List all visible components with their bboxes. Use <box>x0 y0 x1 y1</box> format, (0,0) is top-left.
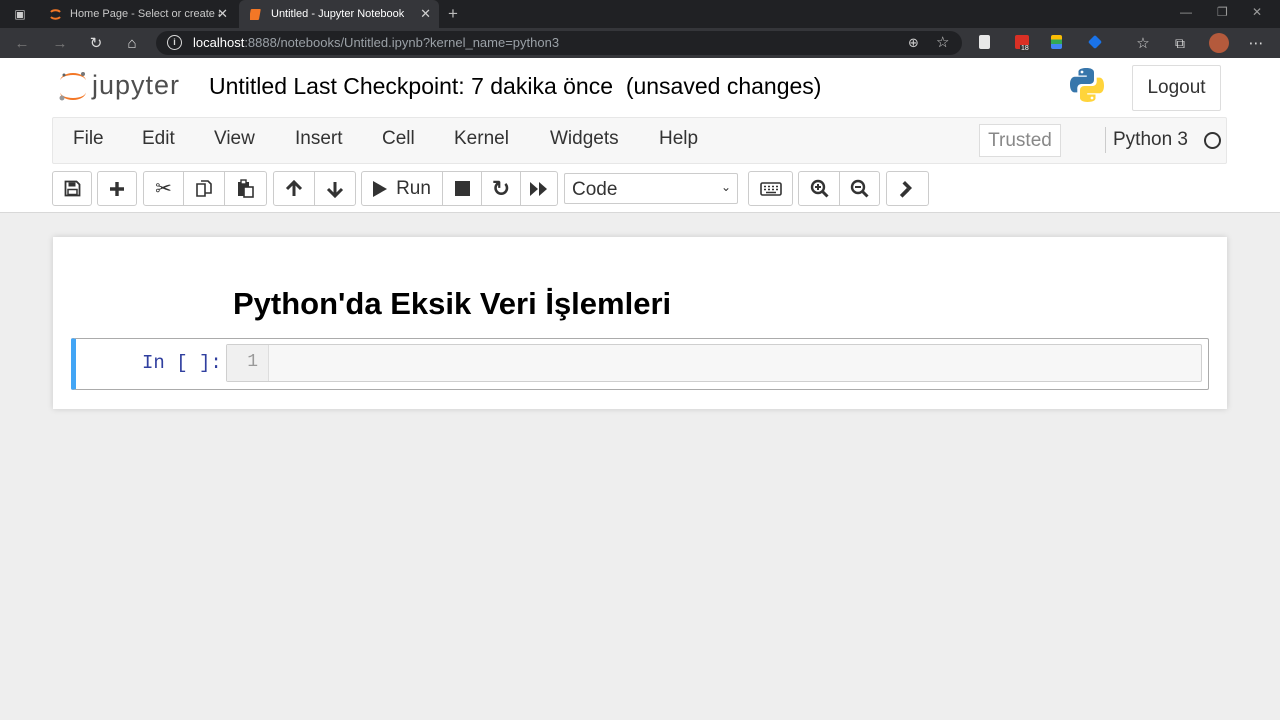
maximize-icon[interactable]: ❐ <box>1217 5 1228 19</box>
kernel-divider <box>1105 127 1106 153</box>
close-tab-icon[interactable]: ✕ <box>420 6 431 22</box>
collections-icon[interactable]: ⧉ <box>1171 34 1189 52</box>
gavel-icon <box>899 180 912 198</box>
autosave-status: (unsaved changes) <box>625 73 822 99</box>
menu-widgets[interactable]: Widgets <box>550 128 619 150</box>
scissors-icon: ✂ <box>155 178 172 200</box>
menu-cell[interactable]: Cell <box>382 128 415 150</box>
jupyter-header: jupyter Untitled Last Checkpoint: 7 daki… <box>0 58 1280 116</box>
copy-button[interactable] <box>183 171 225 206</box>
forward-icon[interactable]: → <box>51 34 69 52</box>
jupyter-favicon-icon <box>48 7 62 21</box>
jupyter-logo[interactable]: jupyter <box>56 66 196 106</box>
paste-icon <box>238 179 254 198</box>
tab-untitled-notebook[interactable]: Untitled - Jupyter Notebook ✕ <box>239 0 439 28</box>
home-icon[interactable]: ⌂ <box>123 34 141 52</box>
close-window-icon[interactable]: ✕ <box>1252 5 1262 19</box>
cell-type-select[interactable]: Code ⌄ <box>564 173 738 204</box>
copy-icon <box>195 180 212 197</box>
play-icon <box>373 180 388 197</box>
menu-view[interactable]: View <box>214 128 255 150</box>
menu-toolbar-area: File Edit View Insert Cell Kernel Widget… <box>0 116 1280 213</box>
browser-tab-strip: ▣ Home Page - Select or create a n ✕ Unt… <box>0 0 1280 28</box>
menu-edit[interactable]: Edit <box>142 128 175 150</box>
keyboard-icon <box>759 181 782 196</box>
menu-kernel[interactable]: Kernel <box>454 128 509 150</box>
arrow-down-icon <box>326 181 344 198</box>
tab-home-page[interactable]: Home Page - Select or create a n ✕ <box>38 0 236 28</box>
nbextension-button[interactable] <box>886 171 929 206</box>
logout-button[interactable]: Logout <box>1132 65 1221 111</box>
command-palette-button[interactable] <box>748 171 793 206</box>
plus-icon <box>110 181 124 196</box>
new-tab-icon[interactable]: + <box>444 4 462 23</box>
back-icon[interactable]: ← <box>13 34 31 52</box>
checkpoint-status: Last Checkpoint: 7 dakika önce <box>293 73 614 99</box>
code-editor[interactable]: 1 <box>226 344 1202 382</box>
url-text: localhost:8888/notebooks/Untitled.ipynb?… <box>193 35 560 50</box>
diamond-extension-icon[interactable] <box>1087 34 1103 50</box>
python-logo-icon <box>1070 68 1104 102</box>
stop-icon <box>454 181 470 196</box>
notebook-container: Python'da Eksik Veri İşlemleri In [ ]: 1 <box>53 237 1227 409</box>
code-cell[interactable]: In [ ]: 1 <box>71 338 1209 390</box>
cell-type-value: Code <box>572 179 618 200</box>
zoom-out-icon <box>850 179 869 198</box>
zoom-in-icon <box>810 179 829 198</box>
browser-address-bar: ← → ↻ ⌂ i localhost:8888/notebooks/Untit… <box>0 28 1280 58</box>
restart-icon: ↻ <box>491 175 511 201</box>
kernel-idle-indicator-icon <box>1204 132 1221 149</box>
line-number: 1 <box>247 352 258 372</box>
zoom-in-button[interactable] <box>798 171 840 206</box>
refresh-icon[interactable]: ↻ <box>87 34 105 52</box>
close-tab-icon[interactable]: ✕ <box>217 6 228 22</box>
save-button[interactable] <box>52 171 92 206</box>
markdown-heading-cell[interactable]: Python'da Eksik Veri İşlemleri <box>233 286 671 322</box>
url-field[interactable]: i localhost:8888/notebooks/Untitled.ipyn… <box>156 31 962 55</box>
paste-button[interactable] <box>224 171 267 206</box>
fast-forward-icon <box>530 181 547 196</box>
menu-insert[interactable]: Insert <box>295 128 343 150</box>
menu-file[interactable]: File <box>73 128 104 150</box>
notebook-title[interactable]: Untitled <box>209 73 287 99</box>
jupyter-wordmark: jupyter <box>92 70 181 100</box>
restart-run-all-button[interactable] <box>520 171 558 206</box>
jupyter-orbit-icon <box>59 72 86 101</box>
cut-button[interactable]: ✂ <box>143 171 184 206</box>
colorful-extension-icon[interactable] <box>1051 35 1062 49</box>
move-up-button[interactable] <box>273 171 315 206</box>
minimize-icon[interactable]: — <box>1180 5 1192 19</box>
page-extension-icon[interactable] <box>979 35 990 49</box>
favorite-star-icon[interactable]: ☆ <box>936 33 949 51</box>
notebook-title-area: Untitled Last Checkpoint: 7 dakika önce … <box>209 73 821 100</box>
run-button[interactable]: Run <box>361 171 443 206</box>
zoom-icon[interactable]: ⊕ <box>908 35 919 51</box>
line-number-gutter: 1 <box>227 345 269 381</box>
zoom-out-button[interactable] <box>839 171 880 206</box>
chevron-down-icon: ⌄ <box>720 180 731 194</box>
site-info-icon[interactable]: i <box>167 35 182 50</box>
save-icon <box>64 180 80 197</box>
menubar: File Edit View Insert Cell Kernel Widget… <box>52 117 1227 164</box>
tab-actions-icon[interactable]: ▣ <box>11 5 29 23</box>
favorites-icon[interactable]: ☆ <box>1134 34 1152 52</box>
more-menu-icon[interactable]: ⋯ <box>1247 34 1265 52</box>
run-label: Run <box>396 177 431 199</box>
trusted-indicator[interactable]: Trusted <box>979 124 1061 157</box>
restart-button[interactable]: ↻ <box>481 171 521 206</box>
tab-title: Untitled - Jupyter Notebook <box>271 8 405 20</box>
kernel-name[interactable]: Python 3 <box>1113 129 1188 151</box>
avatar[interactable] <box>1209 33 1229 53</box>
insert-cell-button[interactable] <box>97 171 137 206</box>
menu-help[interactable]: Help <box>659 128 698 150</box>
arrow-up-icon <box>285 179 303 196</box>
notebook-favicon-icon <box>249 7 263 21</box>
move-down-button[interactable] <box>314 171 356 206</box>
input-prompt: In [ ]: <box>142 352 222 374</box>
tab-title: Home Page - Select or create a n <box>70 8 220 20</box>
extension-badge: 18 <box>1020 45 1030 52</box>
interrupt-button[interactable] <box>442 171 482 206</box>
